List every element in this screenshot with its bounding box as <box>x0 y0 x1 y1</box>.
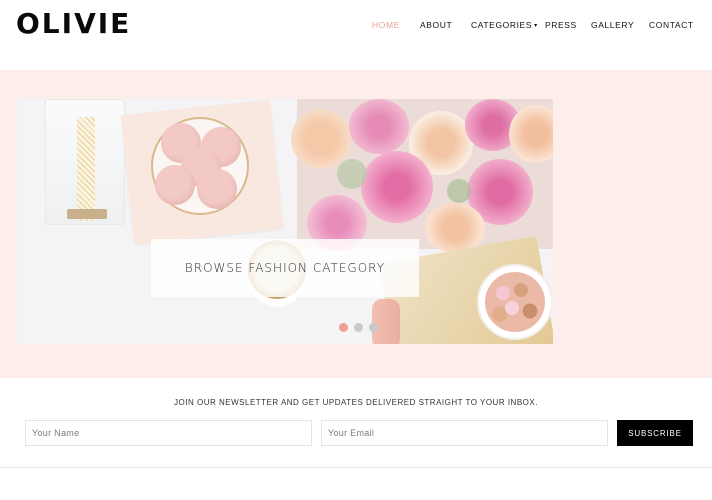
rose <box>361 151 433 223</box>
slide-caption-button[interactable]: BROWSE FASHION CATEGORY <box>151 239 419 297</box>
nav-categories-label: CATEGORIES <box>471 20 533 30</box>
macaron <box>155 165 195 205</box>
subscribe-button[interactable]: SUBSCRIBE <box>617 420 693 446</box>
macaron-dish-image <box>151 117 249 215</box>
nav-gallery[interactable]: GALLERY <box>591 18 634 32</box>
confetti-bowl-image <box>477 264 553 340</box>
nav-about[interactable]: ABOUT <box>420 18 452 32</box>
chevron-down-icon: ▾ <box>534 23 538 29</box>
image-slider[interactable]: BROWSE FASHION CATEGORY <box>17 99 553 344</box>
nav-home[interactable]: HOME <box>372 18 400 32</box>
site-header: OLIVIE HOME ABOUT CATEGORIES ▾ PRESS GALL… <box>0 0 712 70</box>
tape-dispenser-base <box>67 209 107 219</box>
main-nav: HOME ABOUT CATEGORIES ▾ PRESS GALLERY CON… <box>0 18 712 32</box>
nav-contact[interactable]: CONTACT <box>649 18 694 32</box>
greenery <box>337 159 367 189</box>
email-input[interactable] <box>321 420 608 446</box>
slider-dot-2[interactable] <box>354 323 363 332</box>
footer-divider <box>0 467 712 468</box>
greenery <box>447 179 471 203</box>
newsletter-text: JOIN OUR NEWSLETTER AND GET UPDATES DELI… <box>174 398 538 407</box>
slider-dot-1[interactable] <box>339 323 348 332</box>
newsletter-section: JOIN OUR NEWSLETTER AND GET UPDATES DELI… <box>0 378 712 468</box>
slider-dot-3[interactable] <box>369 323 378 332</box>
macaron <box>197 169 237 209</box>
nav-press[interactable]: PRESS <box>545 18 577 32</box>
slide-caption-text: BROWSE FASHION CATEGORY <box>184 261 386 275</box>
confetti <box>485 272 545 332</box>
name-input[interactable] <box>25 420 312 446</box>
rose <box>349 99 409 154</box>
flower-bouquet-image <box>291 99 553 253</box>
washi-tape-image <box>77 117 95 221</box>
rose <box>291 109 351 169</box>
hero-section: BROWSE FASHION CATEGORY <box>0 70 712 378</box>
macaron-stack-image <box>372 299 400 344</box>
nav-categories[interactable]: CATEGORIES ▾ <box>471 18 538 33</box>
rose <box>509 105 553 163</box>
slider-pagination <box>339 323 378 333</box>
